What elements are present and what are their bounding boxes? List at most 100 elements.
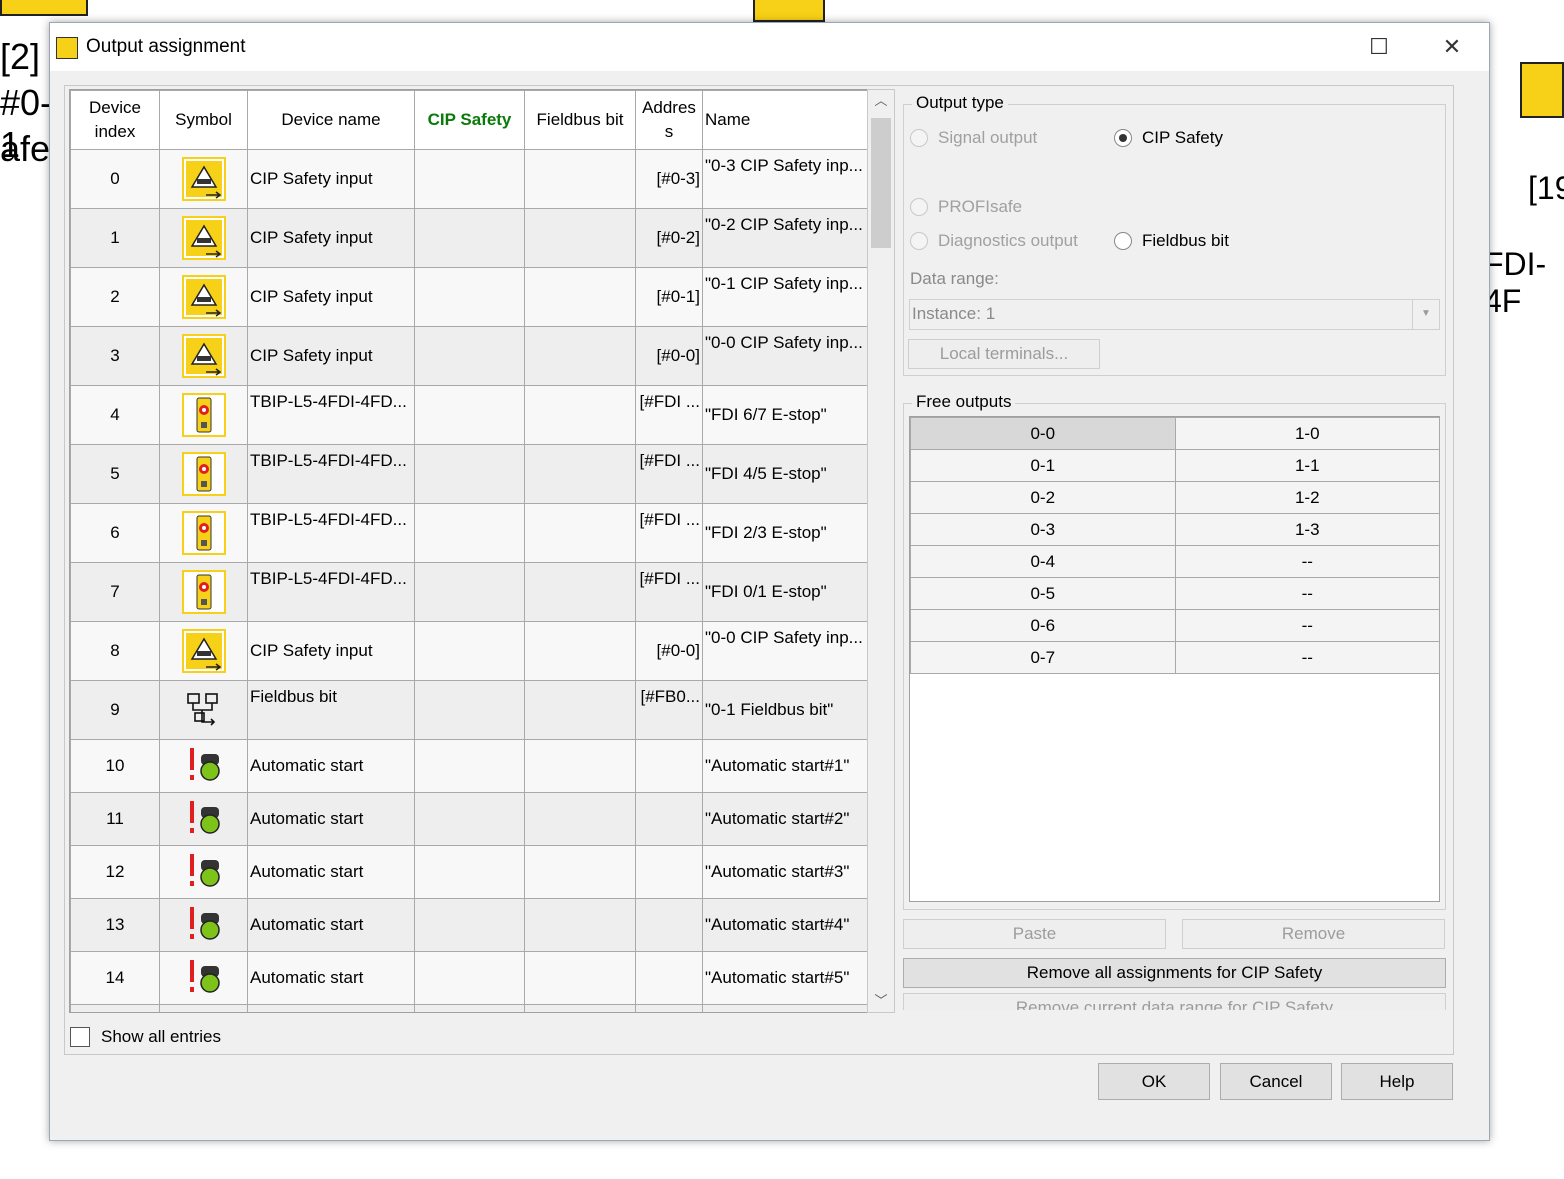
cip-safety-cell[interactable] <box>414 444 525 504</box>
diagnostics-output-radio[interactable]: Diagnostics output <box>910 231 1078 251</box>
cip-safety-cell[interactable] <box>414 739 525 793</box>
fieldbus-bit-cell[interactable] <box>524 267 636 327</box>
fieldbus-bit-cell[interactable] <box>524 1004 636 1012</box>
name-cell[interactable]: "Automatic start#4" <box>702 898 868 952</box>
device-index-cell[interactable]: 8 <box>70 621 160 681</box>
table-row[interactable]: 2 CIP Safety input [#0-1] "0-1 CIP Safety i… <box>70 267 868 327</box>
show-all-entries-checkbox[interactable]: Show all entries <box>70 1027 221 1047</box>
device-name-cell[interactable]: Automatic start <box>247 792 415 846</box>
device-index-cell[interactable]: 7 <box>70 562 160 622</box>
table-row[interactable]: 4 TBIP-L5-4FDI-4FD... [#FDI ... "FDI 6/7 E-… <box>70 385 868 445</box>
device-name-cell[interactable]: Automatic start <box>247 739 415 793</box>
cip-safety-cell[interactable] <box>414 267 525 327</box>
free-output-row[interactable]: 0-1 1-1 <box>910 449 1440 482</box>
address-cell[interactable] <box>635 898 703 952</box>
address-cell[interactable] <box>635 739 703 793</box>
free-output-cell[interactable]: 0-6 <box>910 609 1176 642</box>
free-output-row[interactable]: 0-5 -- <box>910 577 1440 610</box>
device-name-cell[interactable]: Automatic start <box>247 898 415 952</box>
symbol-cell[interactable] <box>159 562 248 622</box>
device-name-cell[interactable]: Automatic start <box>247 1004 415 1012</box>
address-cell[interactable]: [#FDI ... <box>635 503 703 563</box>
address-cell[interactable] <box>635 845 703 899</box>
fieldbus-bit-cell[interactable] <box>524 385 636 445</box>
device-index-cell[interactable]: 4 <box>70 385 160 445</box>
name-cell[interactable]: "Automatic start#5" <box>702 951 868 1005</box>
table-row[interactable]: 6 TBIP-L5-4FDI-4FD... [#FDI ... "FDI 2/3 E-… <box>70 503 868 563</box>
fieldbus-bit-cell[interactable] <box>524 680 636 740</box>
table-row[interactable]: 8 CIP Safety input [#0-0] "0-0 CIP Safety i… <box>70 621 868 681</box>
cip-safety-cell[interactable] <box>414 680 525 740</box>
cip-safety-cell[interactable] <box>414 562 525 622</box>
device-name-cell[interactable]: CIP Safety input <box>247 149 415 209</box>
column-header-device-index[interactable]: Device index <box>70 90 160 150</box>
cip-safety-cell[interactable] <box>414 208 525 268</box>
free-output-cell[interactable]: 0-1 <box>910 449 1176 482</box>
fieldbus-bit-cell[interactable] <box>524 503 636 563</box>
column-header-address[interactable]: Addres s <box>635 90 703 150</box>
symbol-cell[interactable] <box>159 326 248 386</box>
free-output-cell[interactable]: -- <box>1174 609 1440 642</box>
signal-output-radio[interactable]: Signal output <box>910 128 1037 148</box>
free-output-cell[interactable]: 0-2 <box>910 481 1176 514</box>
table-row[interactable]: 12 Automatic start "Automatic start#3" <box>70 845 868 899</box>
address-cell[interactable] <box>635 792 703 846</box>
fieldbus-bit-radio[interactable]: Fieldbus bit <box>1114 231 1229 251</box>
maximize-icon[interactable]: ☐ <box>1356 29 1402 65</box>
table-row[interactable]: 3 CIP Safety input [#0-0] "0-0 CIP Safety i… <box>70 326 868 386</box>
name-cell[interactable]: "FDI 0/1 E-stop" <box>702 562 868 622</box>
device-name-cell[interactable]: TBIP-L5-4FDI-4FD... <box>247 385 415 445</box>
column-header-name[interactable]: Name <box>702 90 868 150</box>
table-row[interactable]: 13 Automatic start "Automatic start#4" <box>70 898 868 952</box>
cancel-button[interactable]: Cancel <box>1220 1063 1332 1100</box>
scroll-thumb[interactable] <box>871 118 891 248</box>
table-scrollbar[interactable]: ︿ ﹀ <box>867 89 895 1013</box>
name-cell[interactable]: "0-3 CIP Safety inp... <box>702 149 868 209</box>
fieldbus-bit-cell[interactable] <box>524 444 636 504</box>
device-index-cell[interactable]: 12 <box>70 845 160 899</box>
fieldbus-bit-cell[interactable] <box>524 739 636 793</box>
name-cell[interactable]: "Automatic start#1" <box>702 739 868 793</box>
help-button[interactable]: Help <box>1341 1063 1453 1100</box>
remove-all-assignments-button[interactable]: Remove all assignments for CIP Safety <box>903 958 1446 988</box>
device-name-cell[interactable]: TBIP-L5-4FDI-4FD... <box>247 503 415 563</box>
free-output-row[interactable]: 0-2 1-2 <box>910 481 1440 514</box>
table-row[interactable]: 5 TBIP-L5-4FDI-4FD... [#FDI ... "FDI 4/5 E-… <box>70 444 868 504</box>
free-output-row[interactable]: 0-6 -- <box>910 609 1440 642</box>
address-cell[interactable]: [#FDI ... <box>635 562 703 622</box>
device-index-cell[interactable]: 14 <box>70 951 160 1005</box>
address-cell[interactable]: [#0-2] <box>635 208 703 268</box>
device-name-cell[interactable]: CIP Safety input <box>247 621 415 681</box>
ok-button[interactable]: OK <box>1098 1063 1210 1100</box>
fieldbus-bit-cell[interactable] <box>524 562 636 622</box>
cip-safety-cell[interactable] <box>414 326 525 386</box>
device-index-cell[interactable]: 11 <box>70 792 160 846</box>
address-cell[interactable]: [#0-1] <box>635 267 703 327</box>
device-name-cell[interactable]: TBIP-L5-4FDI-4FD... <box>247 562 415 622</box>
name-cell[interactable]: "0-2 CIP Safety inp... <box>702 208 868 268</box>
symbol-cell[interactable] <box>159 208 248 268</box>
free-output-cell[interactable]: 0-5 <box>910 577 1176 610</box>
symbol-cell[interactable] <box>159 951 248 1005</box>
cip-safety-cell[interactable] <box>414 898 525 952</box>
column-header-cip-safety[interactable]: CIP Safety <box>414 90 525 150</box>
free-output-cell[interactable]: 0-7 <box>910 641 1176 674</box>
device-name-cell[interactable]: CIP Safety input <box>247 267 415 327</box>
name-cell[interactable]: "FDI 2/3 E-stop" <box>702 503 868 563</box>
symbol-cell[interactable] <box>159 267 248 327</box>
device-index-cell[interactable]: 0 <box>70 149 160 209</box>
address-cell[interactable] <box>635 951 703 1005</box>
name-cell[interactable]: "0-0 CIP Safety inp... <box>702 326 868 386</box>
profisafe-radio[interactable]: PROFIsafe <box>910 197 1022 217</box>
symbol-cell[interactable] <box>159 621 248 681</box>
free-output-row[interactable]: 0-3 1-3 <box>910 513 1440 546</box>
device-name-cell[interactable]: Automatic start <box>247 845 415 899</box>
name-cell[interactable]: "0-1 CIP Safety inp... <box>702 267 868 327</box>
table-row[interactable]: 9 Fieldbus bit [#FB0... "0-1 Fieldbus bit" <box>70 680 868 740</box>
remove-button[interactable]: Remove <box>1182 919 1445 949</box>
column-header-device-name[interactable]: Device name <box>247 90 415 150</box>
name-cell[interactable]: "FDI 6/7 E-stop" <box>702 385 868 445</box>
address-cell[interactable]: [#FDI ... <box>635 444 703 504</box>
fieldbus-bit-cell[interactable] <box>524 149 636 209</box>
cip-safety-cell[interactable] <box>414 792 525 846</box>
